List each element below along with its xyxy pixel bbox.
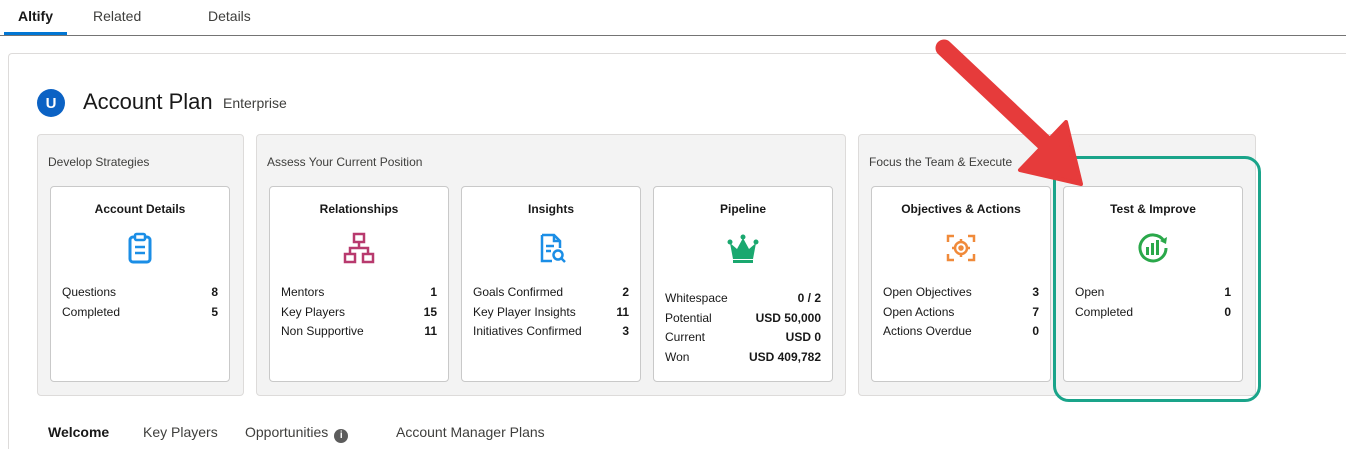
info-icon[interactable]: i (334, 429, 349, 443)
stat-row: Mentors 1 (281, 285, 437, 299)
stat-row: Goals Confirmed 2 (473, 285, 629, 299)
stat-row: Won USD 409,782 (665, 349, 821, 364)
tile-title: Account Details (94, 202, 186, 216)
tab-label: Opportunities (245, 424, 329, 440)
stats-list: Whitespace 0 / 2 Potential USD 50,000 Curr… (665, 289, 821, 367)
clipboard-icon (123, 231, 157, 265)
stat-row: Whitespace 0 / 2 (665, 291, 821, 305)
tile-title: Insights (527, 202, 574, 216)
tab-details[interactable]: Details (208, 8, 251, 35)
stats-list: Goals Confirmed 2 Key Player Insights 11 I… (473, 283, 629, 342)
stats-list: Questions 8 Completed 5 (62, 283, 218, 322)
tile-insights[interactable]: Insights Goals Confirmed 2 Key Player Ins… (461, 186, 641, 382)
crown-icon (726, 231, 760, 265)
tile-objectives-actions[interactable]: Objectives & Actions Open Objectives 3 Op… (871, 186, 1051, 382)
stats-list: Mentors 1 Key Players 15 Non Supportive 11 (281, 283, 437, 342)
tab-related[interactable]: Related (93, 8, 141, 35)
tab-altify[interactable]: Altify (4, 8, 67, 35)
stat-row: Current USD 0 (665, 330, 821, 344)
stat-row: Completed 5 (62, 304, 218, 319)
tile-account-details[interactable]: Account Details Questions 8 Completed 5 (50, 186, 230, 382)
tab-key-players[interactable]: Key Players (143, 424, 218, 440)
tile-title: Relationships (319, 202, 399, 216)
stat-row: Key Players 15 (281, 304, 437, 319)
tab-account-manager-plans[interactable]: Account Manager Plans (396, 424, 545, 440)
stat-row: Initiatives Confirmed 3 (473, 324, 629, 338)
stat-row: Potential USD 50,000 (665, 310, 821, 325)
tile-relationships[interactable]: Relationships Mentors 1 Key Players 15 Non… (269, 186, 449, 382)
tile-title: Objectives & Actions (901, 202, 1021, 216)
tab-welcome[interactable]: Welcome (48, 424, 109, 440)
stat-row: Key Player Insights 11 (473, 304, 629, 319)
document-search-icon (534, 231, 568, 265)
tile-pipeline[interactable]: Pipeline Whitespace 0 / 2 Potential USD 50… (653, 186, 833, 382)
group-label: Develop Strategies (48, 155, 150, 169)
group-label: Assess Your Current Position (267, 155, 423, 169)
stat-row: Questions 8 (62, 285, 218, 299)
stat-row: Open Actions 7 (883, 304, 1039, 319)
page-subtitle: Enterprise (223, 95, 287, 111)
stats-list: Open Objectives 3 Open Actions 7 Actions O… (883, 283, 1039, 342)
stat-row: Actions Overdue 0 (883, 324, 1039, 338)
tab-opportunities[interactable]: Opportunities i (245, 424, 349, 443)
stat-row: Non Supportive 11 (281, 324, 437, 338)
annotation-arrow-icon (900, 20, 1100, 195)
page-title: Account Plan (83, 89, 213, 114)
org-chart-icon (342, 231, 376, 265)
tile-title: Pipeline (719, 202, 766, 216)
record-tabs: Altify Related Details (0, 0, 1346, 36)
target-icon (944, 231, 978, 265)
stat-row: Open Objectives 3 (883, 285, 1039, 299)
altify-logo-icon: U (37, 89, 65, 117)
